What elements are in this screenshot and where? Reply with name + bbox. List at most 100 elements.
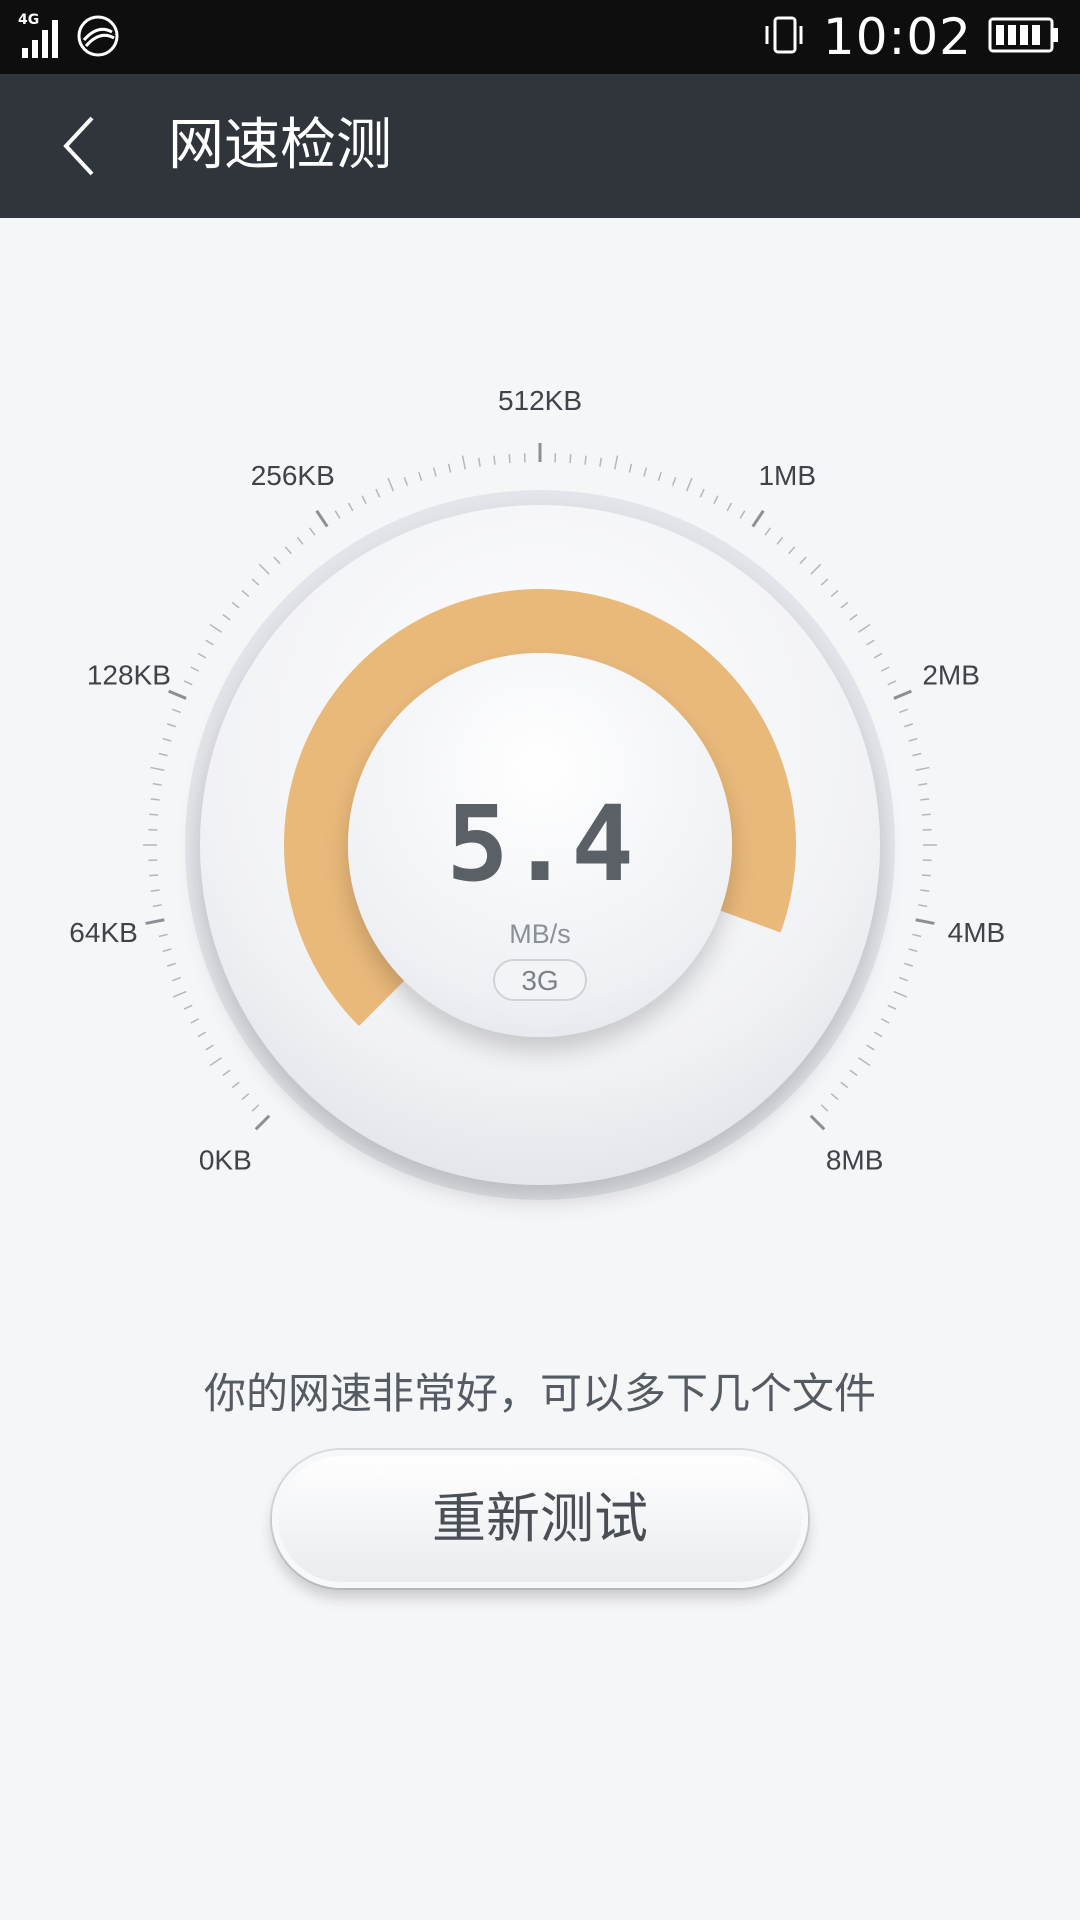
gauge-tick — [150, 889, 160, 892]
gauge-scale-label: 64KB — [69, 917, 138, 948]
gauge-tick — [162, 948, 172, 953]
gauge-tick — [190, 666, 200, 672]
gauge-tick — [308, 527, 316, 536]
gauge-tick — [858, 1057, 871, 1067]
gauge-tick — [685, 477, 693, 492]
gauge-tick — [739, 510, 746, 519]
chevron-left-icon — [63, 116, 94, 176]
gauge-scale-label: 128KB — [87, 660, 171, 691]
gauge-tick — [849, 613, 858, 621]
gauge-tick — [840, 1081, 849, 1089]
battery-icon — [988, 15, 1060, 59]
gauge-tick — [699, 488, 705, 498]
speed-unit: MB/s — [509, 919, 571, 949]
gauge-tick — [172, 990, 187, 998]
gauge-tick — [231, 601, 240, 609]
gauge-tick — [166, 723, 176, 728]
gauge-tick — [145, 918, 165, 925]
gauge-tick — [273, 556, 281, 565]
gauge-tick — [810, 563, 822, 575]
carrier-icon — [76, 14, 120, 62]
gauge-tick — [918, 782, 928, 786]
gauge-tick — [584, 455, 587, 465]
gauge-tick — [183, 1004, 193, 1010]
gauge-tick — [241, 1093, 250, 1101]
gauge-tick — [776, 536, 784, 545]
gauge-tick — [149, 874, 159, 877]
gauge-tick — [162, 737, 172, 742]
back-button[interactable] — [56, 114, 110, 178]
speed-gauge: 0KB 64KB 128KB 256KB 512KB 1MB 2MB 4MB 8MB 5.4 M… — [0, 300, 1080, 1260]
gauge-tick — [908, 737, 918, 742]
gauge-tick — [880, 1018, 890, 1024]
gauge-tick — [657, 471, 662, 481]
gauge-tick — [158, 933, 168, 938]
gauge-tick — [152, 904, 162, 908]
gauge-tick — [908, 948, 918, 953]
gauge-scale-label: 8MB — [826, 1145, 884, 1176]
gauge-tick — [508, 454, 511, 464]
speed-value: 5.4 — [446, 783, 634, 905]
gauge-tick — [190, 1018, 200, 1024]
gauge-tick — [809, 1114, 826, 1131]
gauge-tick — [918, 904, 928, 908]
gauge-tick — [251, 1104, 260, 1112]
gauge-tick — [150, 766, 165, 772]
page-title: 网速检测 — [168, 113, 392, 178]
gauge-scale-label: 4MB — [948, 917, 1006, 948]
gauge-tick — [915, 766, 930, 772]
status-time: 10:02 — [822, 8, 972, 66]
gauge-tick — [858, 623, 871, 633]
gauge-tick — [361, 495, 367, 505]
gauge-scale-label: 512KB — [498, 385, 582, 416]
gauge-tick — [166, 962, 176, 967]
gauge-tick — [254, 1114, 271, 1131]
gauge-tick — [887, 680, 897, 686]
gauge-tick — [447, 463, 452, 473]
vibrate-icon — [761, 12, 807, 62]
gauge-tick — [912, 933, 922, 938]
gauge-tick — [726, 502, 733, 512]
gauge-tick — [461, 455, 467, 470]
retest-button[interactable]: 重新测试 — [272, 1450, 808, 1588]
gauge-tick — [912, 752, 922, 757]
gauge-tick — [158, 752, 168, 757]
gauge-tick — [920, 798, 930, 801]
gauge-tick — [873, 652, 883, 659]
gauge-tick — [788, 546, 796, 555]
gauge-tick — [671, 476, 677, 486]
gauge-tick — [231, 1081, 240, 1089]
gauge-tick — [899, 708, 909, 714]
gauge-tick — [258, 563, 270, 575]
gauge-tick — [643, 467, 648, 477]
signal-icon: 4G — [18, 12, 62, 60]
gauge-tick — [375, 488, 381, 498]
gauge-tick — [866, 1044, 875, 1051]
gauge-tick — [887, 1004, 897, 1010]
gauge-tick — [149, 813, 159, 816]
gauge-tick — [477, 457, 481, 467]
gauge-tick — [251, 578, 260, 586]
gauge-tick — [347, 502, 354, 512]
gauge-tick — [241, 589, 250, 597]
gauge-tick — [840, 601, 849, 609]
gauge-tick — [183, 680, 193, 686]
gauge-tick — [880, 666, 890, 672]
gauge-tick — [569, 454, 572, 464]
gauge-tick — [222, 613, 231, 621]
gauge-tick — [150, 798, 160, 801]
app-bar: 网速检测 — [0, 74, 1080, 218]
gauge-tick — [893, 990, 908, 998]
gauge-tick — [296, 536, 304, 545]
gauge-tick — [403, 476, 409, 486]
gauge-tick — [418, 471, 423, 481]
gauge-tick — [820, 1104, 829, 1112]
gauge-tick — [205, 639, 214, 646]
gauge-tick — [209, 1057, 222, 1067]
gauge-tick — [613, 455, 619, 470]
gauge-tick — [866, 639, 875, 646]
gauge-tick — [830, 589, 839, 597]
gauge-tick — [751, 509, 765, 528]
gauge-tick — [171, 708, 181, 714]
gauge-tick — [764, 527, 772, 536]
